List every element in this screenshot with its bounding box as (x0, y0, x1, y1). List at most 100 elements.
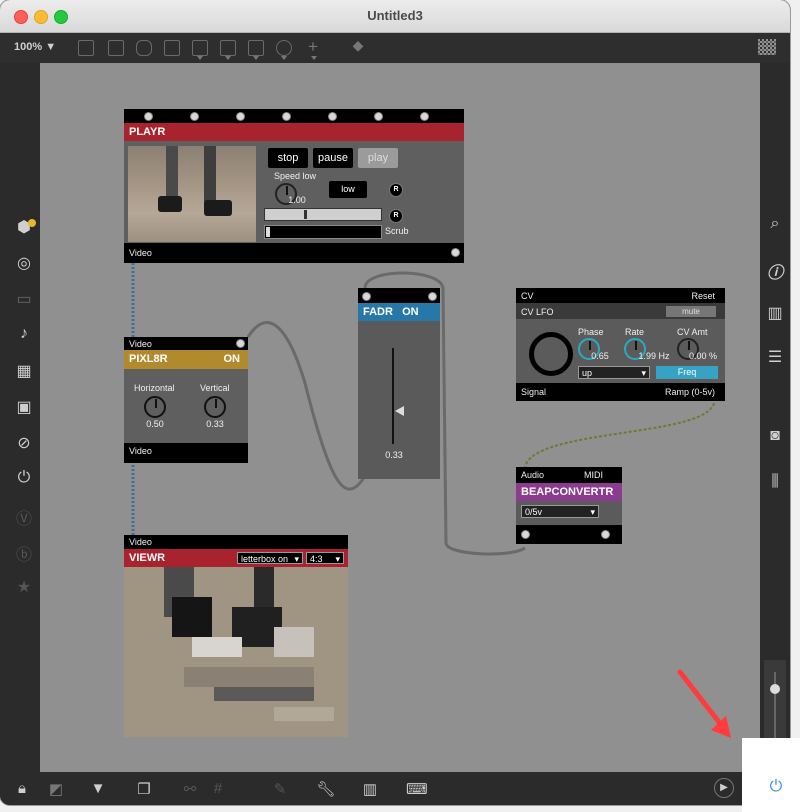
new-object-icon[interactable] (108, 40, 124, 56)
keyboard-icon[interactable]: ⌨ (406, 780, 428, 798)
info-icon[interactable]: ⓘ (763, 259, 787, 283)
projector-icon[interactable]: ▼ (88, 780, 108, 797)
list-icon[interactable]: ☰ (763, 347, 787, 367)
horizontal-dial[interactable] (144, 396, 166, 418)
chevron-down-icon (311, 56, 317, 60)
module-title: FADR ON (358, 303, 440, 321)
stop-button[interactable]: stop (268, 148, 308, 168)
speed-slider[interactable] (264, 208, 382, 221)
inlet-port[interactable] (190, 112, 199, 121)
paint-bucket-icon[interactable]: ◆ (346, 37, 370, 54)
title-bar[interactable]: Untitled3 (0, 0, 790, 33)
chevron-down-icon: ▾ (590, 507, 595, 517)
toggle-object-icon[interactable] (220, 40, 236, 56)
inlet-port[interactable] (428, 292, 437, 301)
beapconvertr-module[interactable]: Audio MIDI BEAPCONVERTR 0/5v ▾ (516, 467, 622, 544)
slider-object-icon[interactable] (248, 40, 264, 56)
patcher-canvas[interactable]: PLAYR stop pause play Speed low 1.00 low… (40, 63, 760, 772)
inlet-port[interactable] (144, 112, 153, 121)
outlet-port[interactable] (601, 530, 610, 539)
mute-button[interactable]: mute (666, 306, 716, 317)
wrench-icon[interactable]: 🔧︎ (316, 780, 336, 798)
viewr-module[interactable]: Video VIEWR letterbox on ▾ 4:3 ▾ (124, 535, 348, 737)
camera-icon[interactable]: ◙ (763, 427, 787, 445)
range-dropdown[interactable]: 0/5v ▾ (521, 505, 599, 518)
reset-r-button[interactable]: R (389, 209, 403, 223)
reset-r-button[interactable]: R (389, 183, 403, 197)
message-box-icon[interactable] (164, 40, 180, 56)
dependency-icon[interactable]: ⚯ (180, 780, 200, 798)
vertical-dial[interactable] (204, 396, 226, 418)
star-icon[interactable]: ★ (12, 577, 36, 597)
paperclip-icon[interactable]: ⊘ (12, 433, 36, 453)
grid-view-icon[interactable] (758, 39, 776, 55)
shape-dropdown[interactable]: up ▾ (578, 366, 650, 379)
fader-track[interactable] (392, 348, 394, 444)
volume-handle[interactable] (770, 684, 780, 694)
module-status[interactable]: ON (402, 306, 419, 318)
pixl8r-module[interactable]: Video PIXL8R ON Horizontal 0.50 Vertical … (124, 337, 248, 463)
lock-icon[interactable]: 🔒︎ (12, 780, 32, 797)
play-button[interactable]: play (358, 148, 398, 168)
inlet-port[interactable] (282, 112, 291, 121)
power-icon[interactable]: ⏻ (766, 778, 786, 796)
add-object-icon[interactable]: + (301, 37, 325, 57)
speed-slider-handle[interactable] (304, 210, 308, 219)
freq-button[interactable]: Freq (656, 366, 718, 379)
patcher-window: Untitled3 100% ▼ + ◆ ⬢ ◎ ▭ ♪ ▦ ▣ ⊘ ⏻ Ⓥ ⓑ… (0, 0, 790, 805)
inlet-port[interactable] (236, 339, 245, 348)
scrub-handle[interactable] (266, 227, 270, 237)
inlet-port[interactable] (420, 112, 429, 121)
outlet-port[interactable] (451, 248, 460, 257)
fader-handle[interactable] (395, 406, 404, 416)
dial-object-icon[interactable] (276, 40, 292, 56)
cv-cord[interactable] (524, 402, 715, 469)
speed-value: 1.00 (288, 195, 306, 205)
midi-inlet-label: MIDI (584, 470, 603, 480)
inlet-port[interactable] (236, 112, 245, 121)
presentation-icon[interactable] (78, 40, 94, 56)
piano-keys-icon[interactable]: ▥ (360, 780, 380, 798)
low-button[interactable]: low (329, 181, 367, 198)
fadr-module[interactable]: FADR ON 0.33 (358, 288, 440, 479)
zoom-menu[interactable]: 100% ▼ (14, 41, 56, 53)
inlet-band (124, 109, 464, 123)
vertical-value: 0.33 (206, 419, 224, 429)
inlet-port[interactable] (328, 112, 337, 121)
mode-dropdown[interactable]: letterbox on ▾ (237, 552, 303, 564)
cv-lfo-module[interactable]: CV Reset CV LFO mute Phase 0.65 Rate 1.9… (516, 288, 725, 401)
pause-button[interactable]: pause (313, 148, 353, 168)
inlet-port[interactable] (374, 112, 383, 121)
inlet-port[interactable] (362, 292, 371, 301)
debug-icon[interactable]: ✎ (270, 780, 290, 798)
film-icon[interactable]: ▦ (12, 361, 36, 381)
signal-cord[interactable] (246, 321, 367, 491)
chevron-down-icon: ▾ (641, 368, 646, 378)
video-preview (128, 146, 256, 242)
presentation-mode-icon[interactable]: ◩ (46, 780, 66, 798)
search-icon[interactable]: ⌕ (763, 215, 787, 233)
grid-icon[interactable]: # (208, 780, 228, 797)
left-sidebar: ⬢ ◎ ▭ ♪ ▦ ▣ ⊘ ⏻ Ⓥ ⓑ ★ (0, 63, 40, 772)
button-object-icon[interactable] (192, 40, 208, 56)
chevron-down-icon (225, 56, 231, 60)
media-bar-icon[interactable]: ▭ (12, 289, 36, 309)
comment-icon[interactable] (136, 40, 152, 56)
playr-module[interactable]: PLAYR stop pause play Speed low 1.00 low… (124, 109, 464, 263)
zoom-level: 100% (14, 41, 43, 53)
mixer-sliders-icon[interactable]: ⫼ (763, 473, 787, 491)
windows-icon[interactable]: ❐ (134, 780, 154, 798)
beap-icon[interactable]: ⓑ (12, 541, 36, 565)
reference-book-icon[interactable]: ▥ (763, 303, 787, 323)
music-note-icon[interactable]: ♪ (12, 325, 36, 343)
bottom-toolbar: 🔒︎ ◩ ▼ ❐ ⚯ # ✎ 🔧︎ ▥ ⌨ ▶ (0, 772, 790, 805)
target-icon[interactable]: ◎ (12, 253, 36, 273)
scrub-bar[interactable] (264, 225, 382, 239)
vst-icon[interactable]: Ⓥ (12, 505, 36, 529)
image-icon[interactable]: ▣ (12, 397, 36, 417)
aspect-dropdown[interactable]: 4:3 ▾ (306, 552, 344, 564)
module-status[interactable]: ON (224, 350, 241, 369)
outlet-port[interactable] (521, 530, 530, 539)
plug-icon[interactable]: ⏻ (12, 469, 36, 487)
play-circle-icon[interactable]: ▶ (714, 778, 734, 798)
